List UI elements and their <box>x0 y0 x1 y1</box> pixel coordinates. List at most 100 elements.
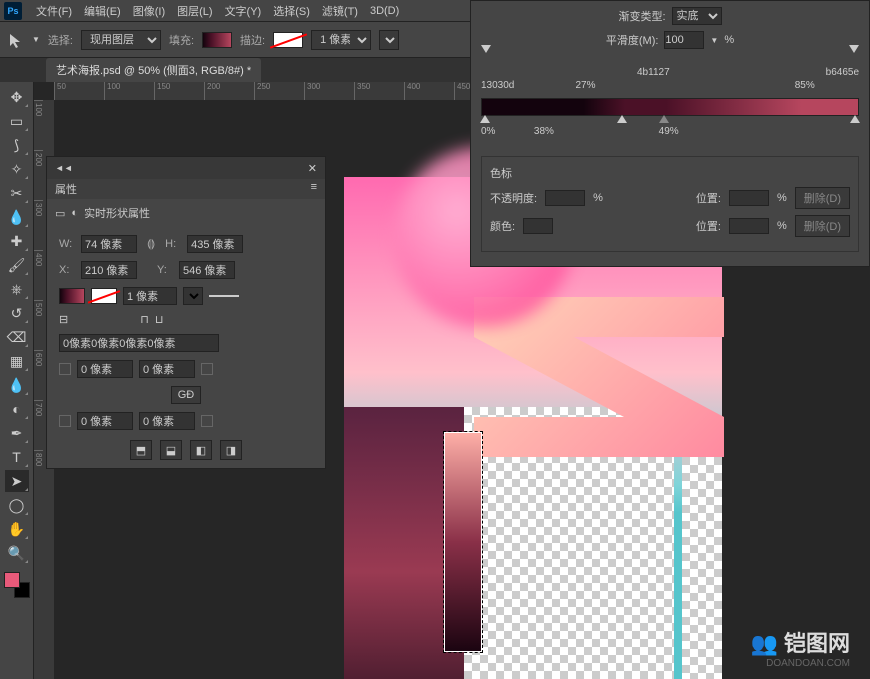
corner-br-lock[interactable] <box>201 415 213 427</box>
fill-swatch[interactable] <box>202 32 232 48</box>
panel-menu-icon[interactable]: ≡ <box>311 181 317 193</box>
opacity-stop-left[interactable] <box>481 45 491 53</box>
stroke-width-dropdown[interactable]: 1 像素 <box>311 30 371 50</box>
color-stop-100[interactable] <box>850 115 860 123</box>
menu-3d[interactable]: 3D(D) <box>364 5 405 17</box>
blur-tool[interactable]: 💧 <box>5 374 29 396</box>
pathop-subtract-icon[interactable]: ⬓ <box>160 440 182 460</box>
gradient-tool[interactable]: ▦ <box>5 350 29 372</box>
corner-tl-input[interactable] <box>77 360 133 378</box>
marquee-tool[interactable]: ▭ <box>5 110 29 132</box>
dodge-tool[interactable]: ◐ <box>5 398 29 420</box>
select-label: 选择: <box>48 32 73 48</box>
corner-br-input[interactable] <box>139 412 195 430</box>
stroke-style-swatch[interactable] <box>209 295 239 297</box>
menu-image[interactable]: 图像(I) <box>127 3 171 19</box>
smoothness-dropdown-icon[interactable]: ▼ <box>710 36 718 45</box>
menu-layer[interactable]: 图层(L) <box>171 3 218 19</box>
width-input[interactable] <box>81 235 137 253</box>
photoshop-logo: Ps <box>4 2 22 20</box>
color-label: 颜色: <box>490 218 515 234</box>
menu-select[interactable]: 选择(S) <box>267 3 316 19</box>
corner-tl-lock[interactable] <box>59 363 71 375</box>
panel-close-icon[interactable]: ✕ <box>308 162 317 175</box>
move-tool[interactable]: ✥ <box>5 86 29 108</box>
color-swatches[interactable] <box>4 572 30 598</box>
menu-file[interactable]: 文件(F) <box>30 3 78 19</box>
gradient-type-dropdown[interactable]: 实底 <box>672 7 722 25</box>
healing-tool[interactable]: ✚ <box>5 230 29 252</box>
hex-left: 13030d <box>481 80 514 91</box>
selection-rectangle[interactable] <box>444 432 482 652</box>
color-delete-button[interactable]: 删除(D) <box>795 215 850 237</box>
corner-bl-lock[interactable] <box>59 415 71 427</box>
history-brush-tool[interactable]: ↺ <box>5 302 29 324</box>
smoothness-label: 平滑度(M): <box>606 32 659 48</box>
link-wh-icon[interactable]: ⟬⟭ <box>143 238 159 251</box>
color-swatch[interactable] <box>523 218 553 234</box>
corner-tr-lock[interactable] <box>201 363 213 375</box>
stroke-style-dropdown[interactable]: — <box>379 30 399 50</box>
stroke-label: 描边: <box>240 32 265 48</box>
pct-27: 27% <box>576 80 596 91</box>
color-position-label: 位置: <box>696 218 721 234</box>
opacity-position-input[interactable] <box>729 190 769 206</box>
magic-wand-tool[interactable]: ✧ <box>5 158 29 180</box>
color-stop-0[interactable] <box>480 115 490 123</box>
corner-bl-input[interactable] <box>77 412 133 430</box>
pct-0: 0% <box>481 126 495 137</box>
color-stop-49[interactable] <box>659 115 669 123</box>
pathop-combine-icon[interactable]: ⬒ <box>130 440 152 460</box>
height-input[interactable] <box>187 235 243 253</box>
gradient-editor-panel: 渐变类型: 实底 平滑度(M): ▼ % 4b1127 b6465e 13030… <box>470 0 870 267</box>
fill-mini-swatch[interactable] <box>59 288 85 304</box>
pct-85: 85% <box>795 80 815 91</box>
corner-tr-input[interactable] <box>139 360 195 378</box>
zoom-tool[interactable]: 🔍 <box>5 542 29 564</box>
brush-tool[interactable]: 🖌 <box>5 254 29 276</box>
path-selection-tool[interactable]: ➤ <box>5 470 29 492</box>
opacity-input[interactable] <box>545 190 585 206</box>
document-tab[interactable]: 艺术海报.psd @ 50% (侧面3, RGB/8#) * <box>46 58 261 82</box>
corners-icon[interactable]: ⊔ <box>155 313 164 326</box>
align-icon[interactable]: ⊟ <box>59 313 68 326</box>
menu-filter[interactable]: 滤镜(T) <box>316 3 364 19</box>
smoothness-input[interactable] <box>664 31 704 49</box>
shape-icon: ▭ <box>55 207 65 220</box>
properties-tab[interactable]: 属性 <box>55 184 77 196</box>
eyedropper-tool[interactable]: 💧 <box>5 206 29 228</box>
stroke-mini-swatch[interactable] <box>91 288 117 304</box>
hex-mid: 4b1127 <box>637 67 670 78</box>
color-stop-38[interactable] <box>617 115 627 123</box>
caps-icon[interactable]: ⊓ <box>140 313 149 326</box>
stroke-width-input[interactable] <box>123 287 177 305</box>
smoothness-unit: % <box>724 34 734 46</box>
gradient-bar[interactable] <box>481 98 859 116</box>
menu-edit[interactable]: 编辑(E) <box>78 3 127 19</box>
path-selection-icon <box>8 32 24 48</box>
stroke-width-unit[interactable] <box>183 287 203 305</box>
lasso-tool[interactable]: ⟆ <box>5 134 29 156</box>
crop-tool[interactable]: ✂ <box>5 182 29 204</box>
stamp-tool[interactable]: ⎈ <box>5 278 29 300</box>
chevron-down-icon[interactable]: ▼ <box>32 35 40 44</box>
select-dropdown[interactable]: 现用图层 <box>81 30 161 50</box>
link-corners-button[interactable]: GĐ <box>171 386 202 404</box>
menu-type[interactable]: 文字(Y) <box>219 3 268 19</box>
opacity-delete-button[interactable]: 删除(D) <box>795 187 850 209</box>
pathop-intersect-icon[interactable]: ◧ <box>190 440 212 460</box>
eraser-tool[interactable]: ⌫ <box>5 326 29 348</box>
pen-tool[interactable]: ✒ <box>5 422 29 444</box>
shape-tool[interactable]: ◯ <box>5 494 29 516</box>
pathop-exclude-icon[interactable]: ◨ <box>220 440 242 460</box>
hand-tool[interactable]: ✋ <box>5 518 29 540</box>
stroke-swatch[interactable] <box>273 32 303 48</box>
gradient-type-label: 渐变类型: <box>618 8 665 24</box>
y-input[interactable] <box>179 261 235 279</box>
corners-combined-input[interactable] <box>59 334 219 352</box>
color-position-input[interactable] <box>729 218 769 234</box>
type-tool[interactable]: T <box>5 446 29 468</box>
opacity-stop-right[interactable] <box>849 45 859 53</box>
x-input[interactable] <box>81 261 137 279</box>
y-label: Y: <box>157 264 173 276</box>
